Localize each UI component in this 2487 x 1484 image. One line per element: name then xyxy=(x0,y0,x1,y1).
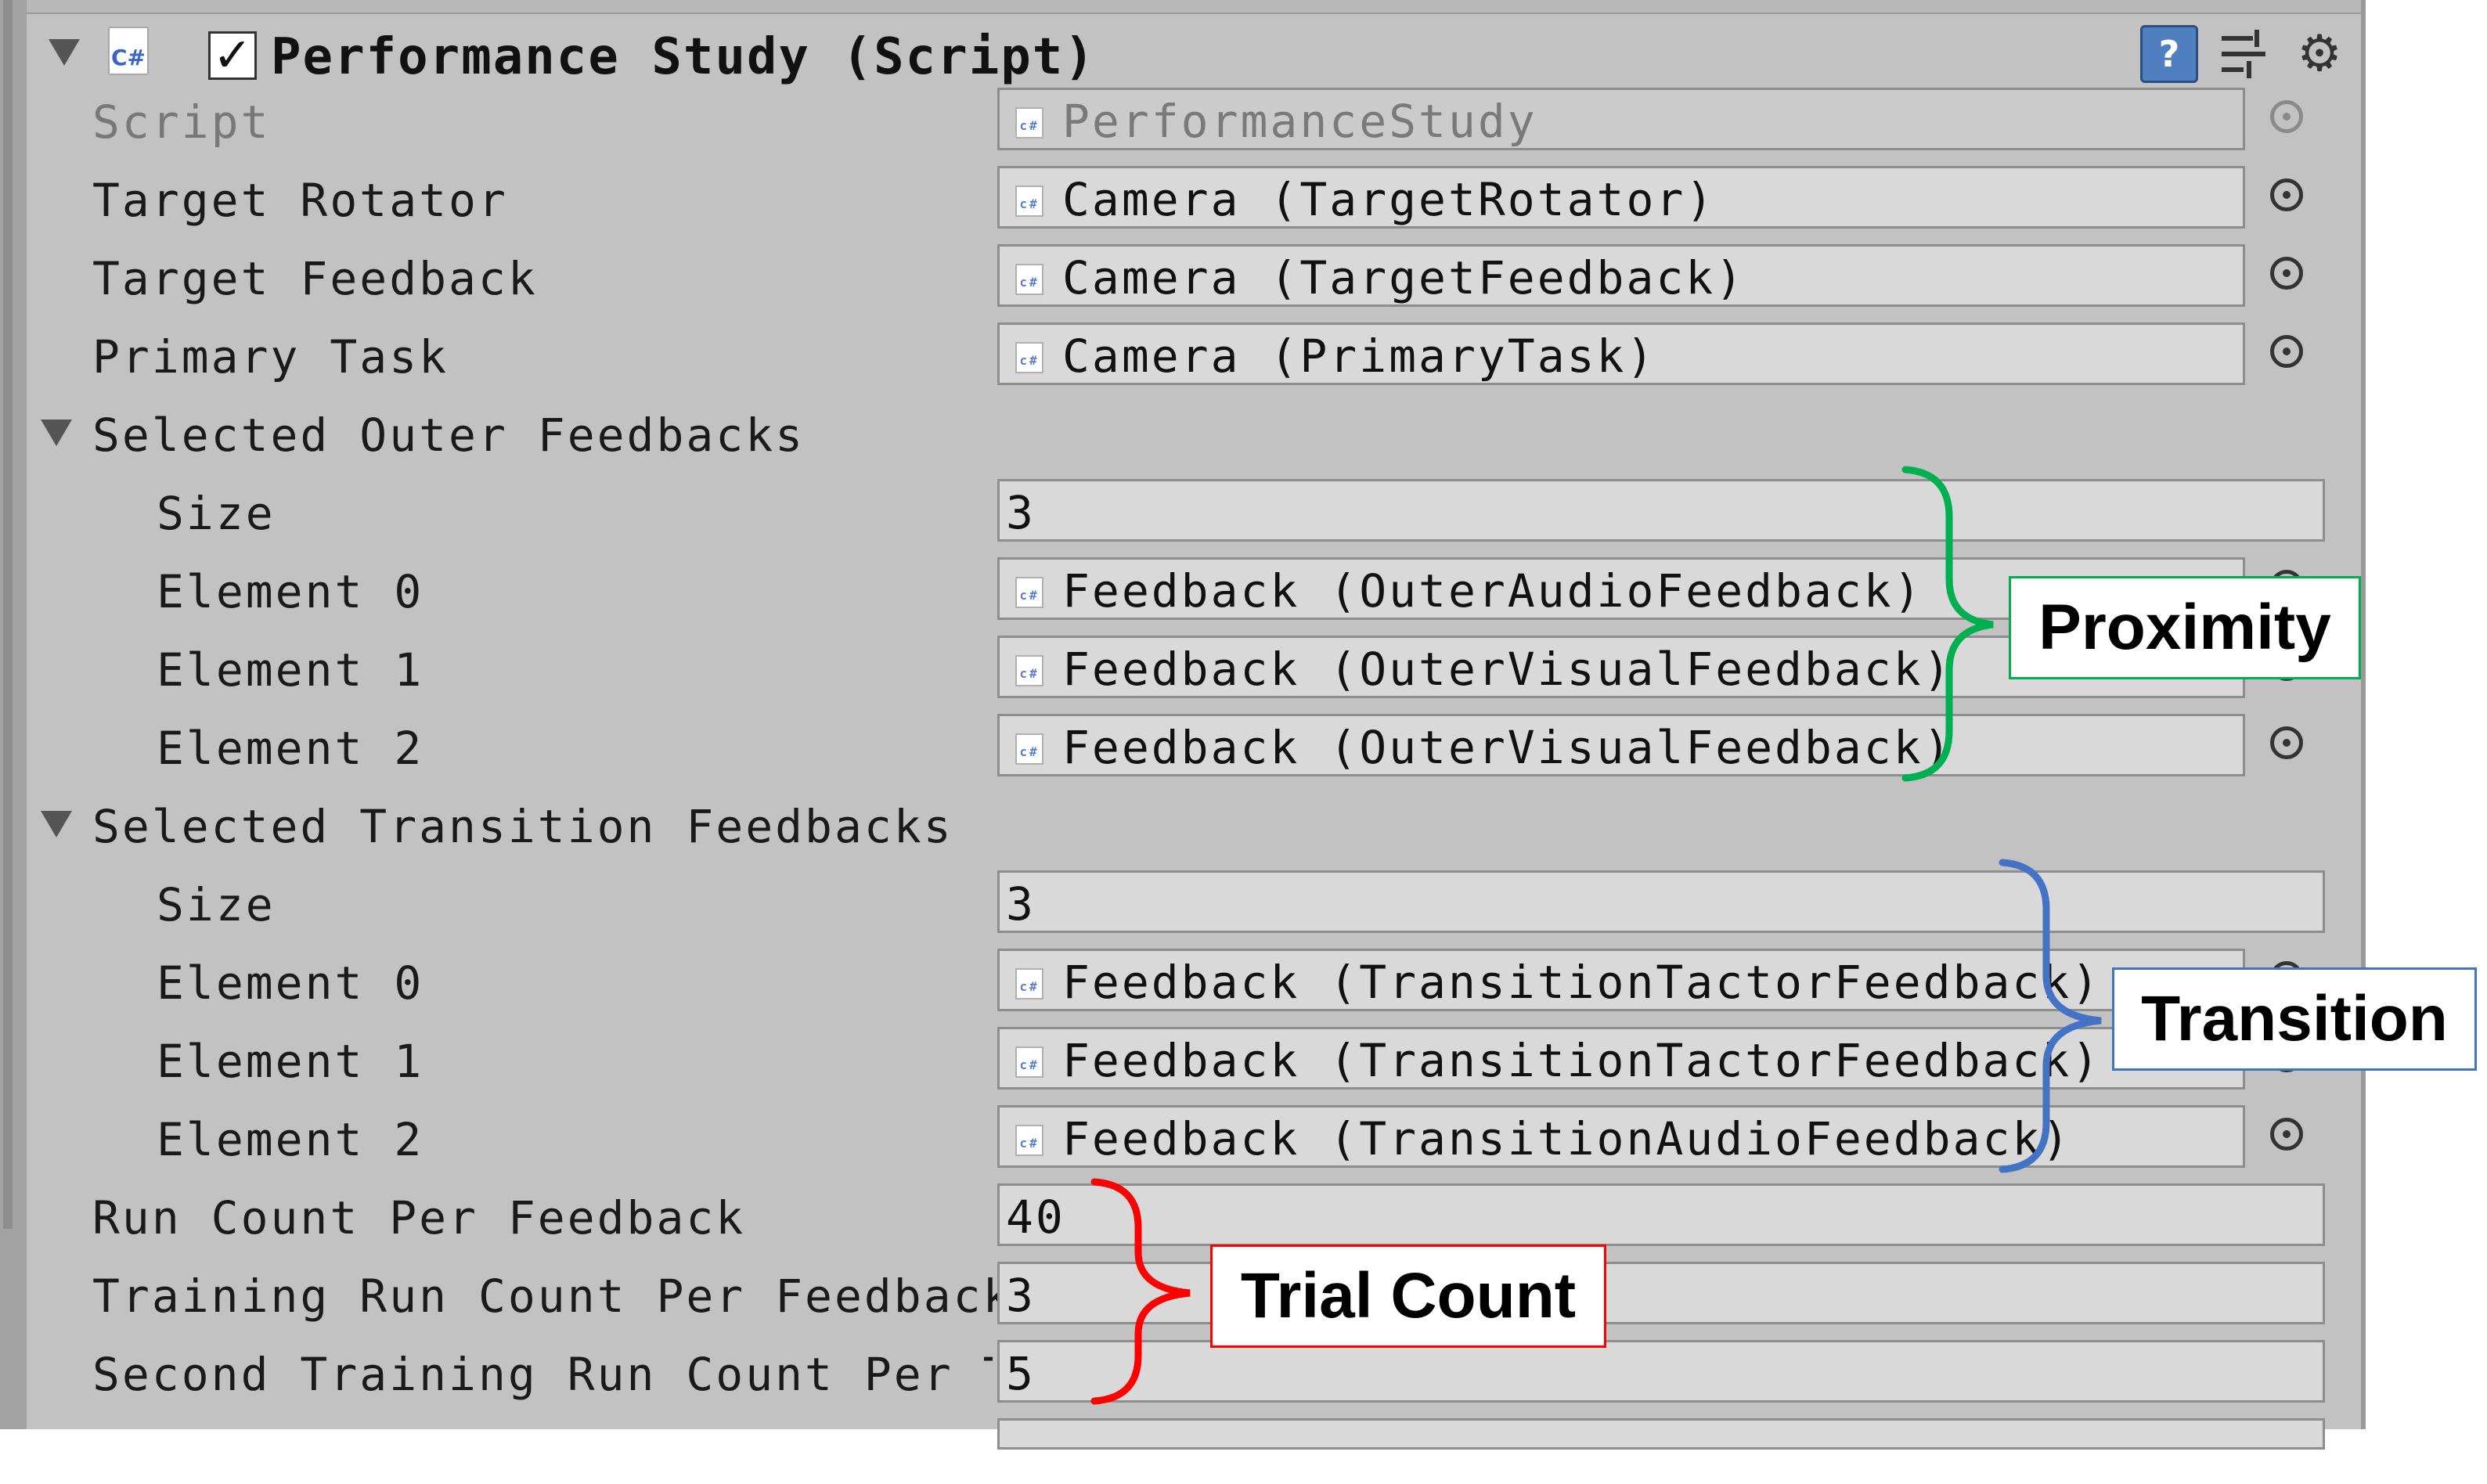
transition-brace xyxy=(1999,859,2102,1173)
proximity-callout: Proximity xyxy=(2009,576,2361,679)
proximity-brace xyxy=(1901,466,1994,782)
trial-count-brace xyxy=(1090,1178,1191,1405)
transition-callout: Transition xyxy=(2112,967,2477,1071)
annotation-braces xyxy=(1090,466,2102,1405)
trial-count-callout: Trial Count xyxy=(1210,1244,1606,1348)
